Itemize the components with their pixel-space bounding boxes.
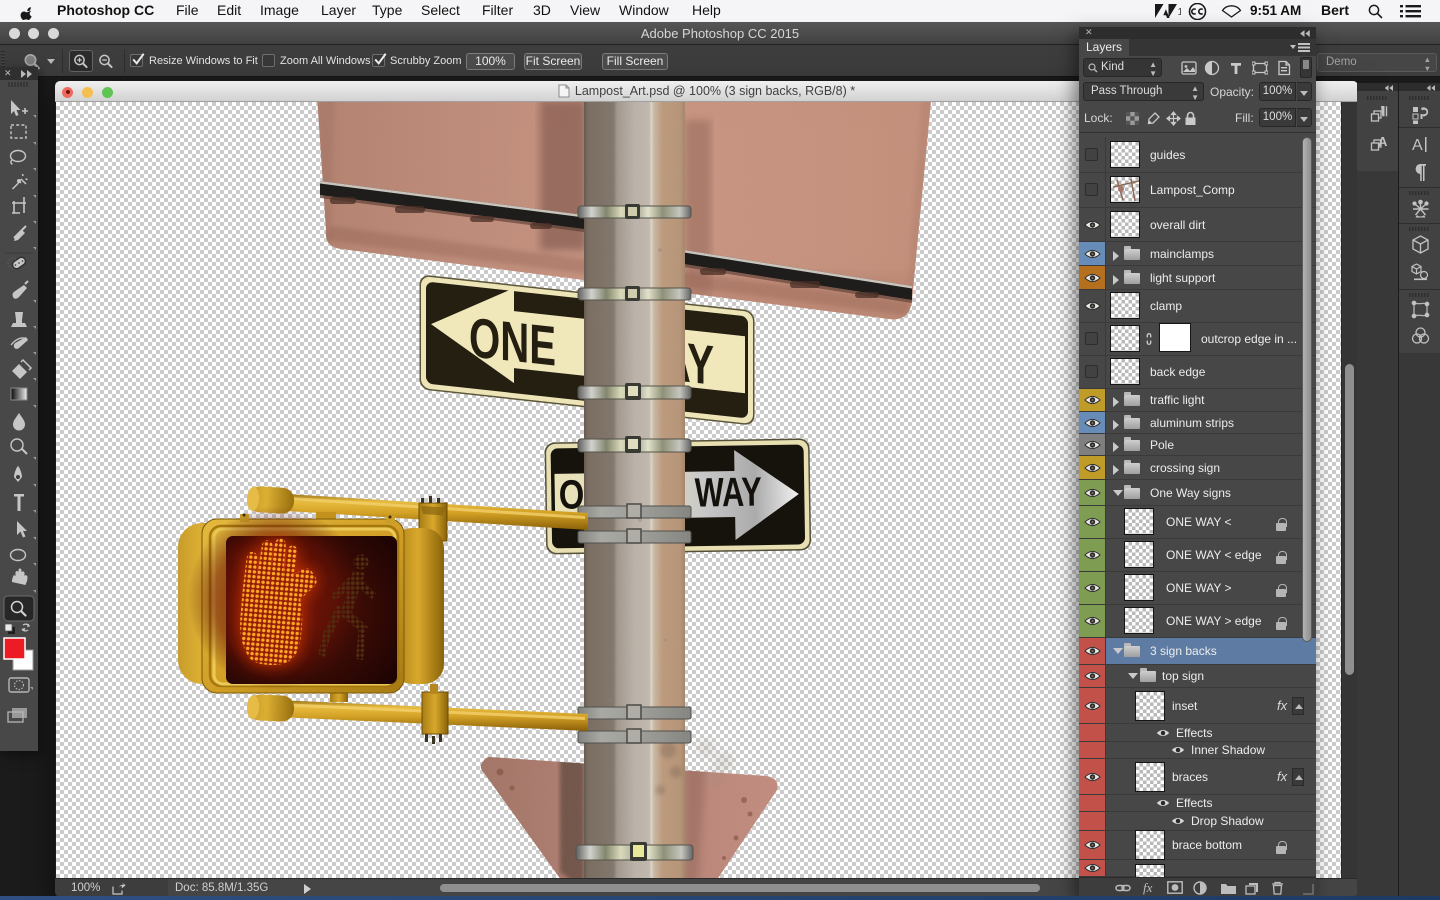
svg-text:A: A <box>1412 137 1423 154</box>
svg-text:1: 1 <box>1178 7 1182 18</box>
svg-text:WAY: WAY <box>694 469 762 516</box>
svg-text:ONE: ONE <box>469 305 556 377</box>
